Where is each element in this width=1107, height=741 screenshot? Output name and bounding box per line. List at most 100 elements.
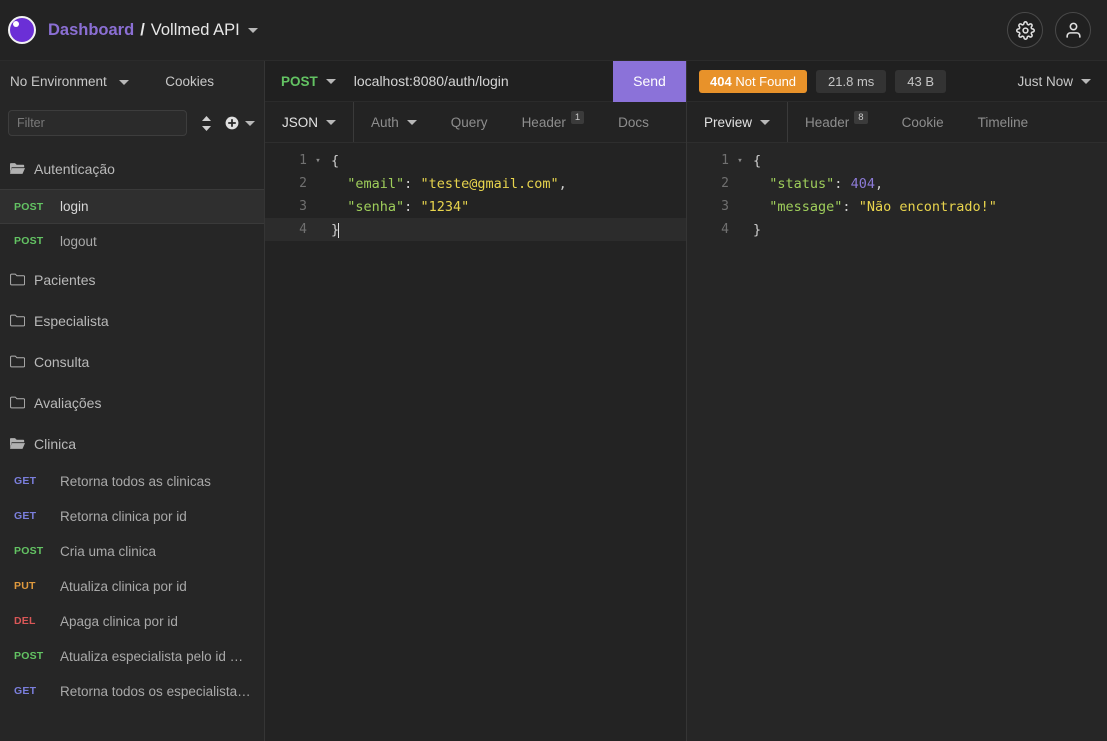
response-body-viewer[interactable]: 1 ▾{2 "status": 404, 3 "message": "Não enc…	[687, 143, 1107, 741]
account-button[interactable]	[1055, 12, 1091, 48]
url-bar: POST Send	[265, 60, 686, 102]
code-text: }	[747, 222, 761, 238]
collection-folder[interactable]: Clinica	[0, 423, 264, 464]
folder-label: Avaliações	[34, 394, 102, 411]
request-name-label: Atualiza especialista pelo id …	[60, 648, 244, 664]
environment-selector[interactable]: No Environment	[10, 74, 129, 89]
folder-icon	[10, 355, 25, 368]
size-badge: 43 B	[895, 69, 947, 93]
response-tab-timeline[interactable]: Timeline	[961, 102, 1046, 142]
token-punc: {	[753, 152, 762, 169]
request-item[interactable]: POST Cria uma clinica	[0, 534, 264, 569]
breadcrumb-project[interactable]: Vollmed API	[151, 21, 240, 40]
token-punc: {	[331, 152, 340, 169]
request-tab-query[interactable]: Query	[434, 102, 505, 142]
request-item[interactable]: GET Retorna todos as clinicas	[0, 464, 264, 499]
token-punc: }	[753, 221, 762, 238]
method-selector[interactable]: POST	[265, 74, 346, 89]
request-name-label: logout	[60, 233, 97, 249]
token-punc: ,	[558, 175, 567, 192]
tab-label: Preview	[704, 114, 753, 130]
app-body: No Environment Cookies Filter Autenticaç…	[0, 60, 1107, 741]
send-button[interactable]: Send	[613, 60, 686, 102]
code-text: {	[325, 153, 339, 169]
filter-input[interactable]	[8, 110, 187, 136]
token-punc: :	[404, 175, 421, 192]
request-name-label: Apaga clinica por id	[60, 613, 178, 629]
response-tab-cookie[interactable]: Cookie	[885, 102, 961, 142]
code-line: 2 "email": "teste@gmail.com",	[265, 172, 686, 195]
request-method-label: POST	[14, 235, 44, 247]
fold-toggle-icon[interactable]: ▾	[733, 156, 747, 166]
breadcrumb[interactable]: Dashboard / Vollmed API	[48, 21, 258, 40]
request-item[interactable]: PUT Atualiza clinica por id	[0, 569, 264, 604]
request-item[interactable]: GET Retorna clinica por id	[0, 499, 264, 534]
request-name-label: login	[60, 199, 89, 214]
request-item[interactable]: GET Retorna todos os especialista…	[0, 674, 264, 709]
collection-folder[interactable]: Avaliações	[0, 382, 264, 423]
token-str: "1234"	[420, 198, 470, 215]
request-item[interactable]: POST logout	[0, 224, 264, 259]
request-tabs[interactable]: JSON Auth Query Header 1 Docs	[265, 102, 686, 143]
token-key: "email"	[347, 175, 405, 192]
folder-label: Pacientes	[34, 271, 96, 288]
fold-toggle-icon[interactable]: ▾	[311, 156, 325, 166]
top-bar-actions	[1007, 12, 1091, 48]
request-tab-auth[interactable]: Auth	[353, 102, 434, 142]
collection-folder[interactable]: Pacientes	[0, 259, 264, 300]
add-collection-button[interactable]	[225, 116, 259, 130]
line-number: 1	[721, 153, 729, 168]
request-item[interactable]: DEL Apaga clinica por id	[0, 604, 264, 639]
timestamp-selector[interactable]: Just Now	[1017, 74, 1095, 89]
chevron-down-icon[interactable]	[760, 119, 771, 125]
folder-label: Especialista	[34, 312, 109, 329]
request-tab-json[interactable]: JSON	[265, 102, 353, 142]
request-tab-docs[interactable]: Docs	[601, 102, 666, 142]
code-text: "email": "teste@gmail.com",	[325, 175, 567, 192]
request-method-label: GET	[14, 475, 37, 487]
tab-badge: 8	[854, 110, 868, 124]
code-text: {	[747, 153, 761, 169]
status-text: Not Found	[735, 73, 797, 89]
response-tab-header[interactable]: Header 8	[787, 102, 885, 142]
chevron-down-icon[interactable]	[325, 78, 336, 84]
folder-open-icon	[10, 438, 25, 449]
collection-tree[interactable]: Autenticação POST login POST logout Pacientes…	[0, 144, 264, 741]
user-icon	[1065, 22, 1081, 38]
filter-row	[0, 102, 264, 144]
url-input[interactable]	[345, 73, 613, 89]
cookies-button[interactable]: Cookies	[165, 74, 214, 89]
code-text: }	[325, 222, 340, 238]
collection-folder[interactable]: Consulta	[0, 341, 264, 382]
breadcrumb-root[interactable]: Dashboard	[48, 21, 134, 40]
collection-folder[interactable]: Especialista	[0, 300, 264, 341]
chevron-down-icon[interactable]	[247, 27, 258, 33]
request-body-editor[interactable]: 1 ▾{2 "email": "teste@gmail.com", 3 "senha…	[265, 143, 686, 741]
chevron-down-icon[interactable]	[245, 120, 255, 126]
main-panes: POST Send JSON Auth Query Header 1 Docs 1 ▾ {2 …	[265, 60, 1107, 741]
token-key: "message"	[769, 198, 843, 215]
request-item[interactable]: POST login	[0, 189, 264, 224]
request-item[interactable]: POST Atualiza especialista pelo id …	[0, 639, 264, 674]
collection-folder[interactable]: Autenticação	[0, 148, 264, 189]
settings-button[interactable]	[1007, 12, 1043, 48]
chevron-down-icon[interactable]	[118, 79, 129, 85]
response-tabs[interactable]: Preview Header 8 Cookie Timeline	[687, 102, 1107, 143]
response-status-bar: 404 Not Found 21.8 ms 43 B Just Now	[687, 61, 1107, 102]
sort-icon	[201, 115, 211, 131]
folder-label: Consulta	[34, 353, 90, 370]
token-punc	[753, 199, 769, 215]
chevron-down-icon[interactable]	[1081, 78, 1091, 84]
request-tab-header[interactable]: Header 1	[505, 102, 602, 142]
token-key: "status"	[769, 175, 835, 192]
gear-icon	[1015, 20, 1035, 40]
response-tab-preview[interactable]: Preview	[687, 102, 787, 142]
token-punc: :	[834, 175, 851, 192]
request-method-label: POST	[14, 200, 44, 213]
chevron-down-icon[interactable]	[406, 119, 417, 125]
tab-badge: 1	[570, 110, 585, 124]
tab-label: Auth	[371, 114, 399, 130]
chevron-down-icon[interactable]	[326, 119, 337, 125]
sort-button[interactable]	[193, 110, 219, 136]
tab-label: Header	[805, 114, 850, 130]
